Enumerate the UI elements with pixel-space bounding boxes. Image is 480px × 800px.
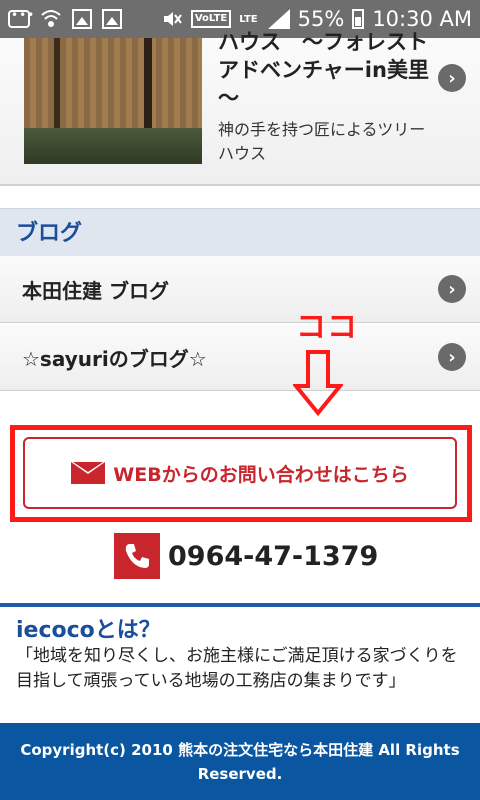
blog-item-sayuri[interactable]: ☆sayuriのブログ☆ › [0, 324, 480, 391]
battery-icon [352, 9, 365, 29]
article-title: ハウス ～フォレストアドベンチャーin美里～ [218, 30, 429, 110]
chat-icon [8, 8, 35, 28]
gallery-icon [102, 9, 122, 29]
about-title: iecocoとは？ [16, 618, 161, 643]
blog-item-honda[interactable]: 本田住建 ブログ › [0, 256, 480, 323]
article-thumbnail [24, 38, 202, 164]
mail-icon [71, 462, 106, 484]
footer-copyright: Copyright(c) 2010 熊本の注文住宅なら本田住建 All Righ… [0, 723, 480, 800]
volte-icon: VoLTE [190, 10, 232, 28]
annotation-label: ココ [296, 310, 358, 345]
phone-number: 0964-47-1379 [168, 540, 379, 572]
mute-icon [161, 9, 183, 29]
wifi-call-icon [40, 9, 62, 29]
chevron-right-icon: › [438, 64, 466, 92]
signal-icon [266, 9, 290, 29]
blog-item-label: 本田住建 ブログ [22, 278, 169, 303]
chevron-right-icon: › [438, 275, 466, 303]
image-icon [72, 9, 92, 29]
about-text: 「地域を知り尽くし、お施主様にご満足頂ける家づくりを目指して頑張っている地場の工… [16, 646, 458, 691]
phone-icon [114, 533, 160, 579]
lte-icon: LTE [239, 13, 258, 25]
chevron-right-icon: › [438, 343, 466, 371]
phone-link[interactable]: 0964-47-1379 [114, 532, 378, 580]
article-card[interactable]: ハウス ～フォレストアドベンチャーin美里～ 神の手を持つ匠によるツリーハウス … [0, 30, 480, 186]
blog-section-heading: ブログ [0, 208, 480, 256]
notification-icons [8, 8, 122, 29]
annotation-arrow-icon [293, 350, 343, 416]
web-inquiry-button[interactable]: WEBからのお問い合わせはこちら [23, 437, 457, 509]
article-description: 神の手を持つ匠によるツリーハウス [218, 120, 426, 163]
web-inquiry-label: WEBからのお問い合わせはこちら [113, 463, 409, 486]
blog-item-label: ☆sayuriのブログ☆ [22, 346, 207, 371]
about-divider [0, 603, 480, 607]
